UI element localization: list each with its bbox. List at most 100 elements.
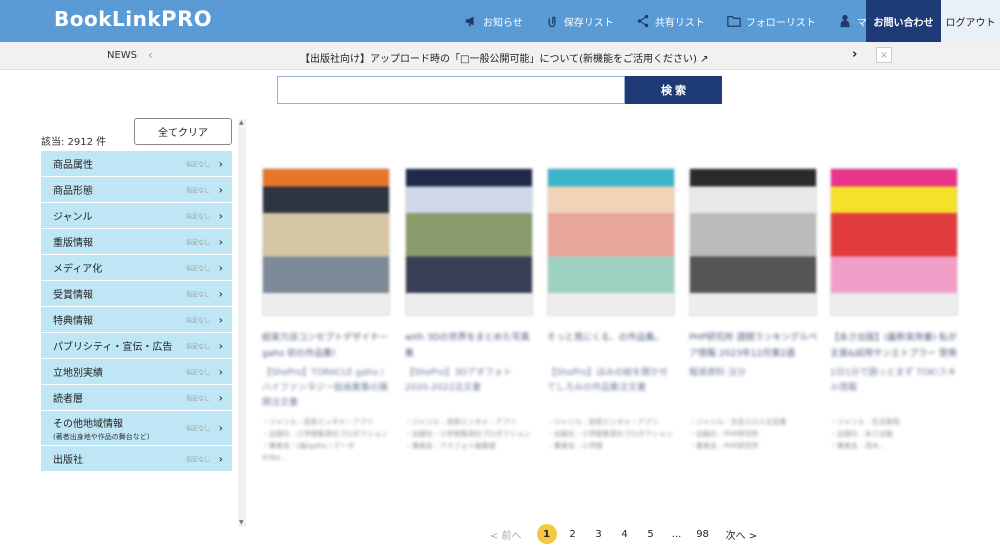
card-subtitle: 1日1分で困っとまず TOK!スキル情報 [830, 368, 957, 393]
filter-label: 受賞情報 [53, 290, 93, 301]
filter-unspecified: 指定なし [185, 291, 210, 298]
filter-label: 出版社 [53, 455, 83, 466]
card-subtitle: 【ShoPro】3Dアオフォト 2020-2022注文書 [405, 368, 512, 393]
card-meta-line: ・ジャンル : 芸術エンタメ・アプリ [405, 418, 517, 426]
chevron-right-icon: › [218, 261, 223, 274]
search-button[interactable]: 検 索 [625, 76, 722, 104]
filter-label: ジャンル [53, 212, 93, 223]
page-5[interactable]: 5 [638, 524, 664, 544]
filter-bonus[interactable]: 特典情報 指定なし › [41, 307, 232, 333]
filter-other-region[interactable]: その他地域情報 (著者出身地や作品の舞台など) 指定なし › [41, 411, 232, 446]
card-meta-line: ・ジャンル : 芸術エンタメ・アプリ [547, 418, 659, 426]
card-title[interactable]: 【あさ出版】(最新実用書) 私が主張&試用サンエトプラー 受発中 [830, 330, 960, 362]
card-meta-line: 9784... [262, 454, 287, 462]
news-headline-link[interactable]: 【出版社向け】アップロード時の「□一般公開可能」について(新機能をご活用ください… [300, 50, 709, 65]
card-meta-line: ・著者名 : アオフォト編集部 [405, 442, 496, 450]
filter-label: メディア化 [53, 264, 103, 275]
card-meta-line: ・ジャンル : 生活実用 [830, 418, 900, 426]
card-meta: ・ジャンル : 芸術エンタメ・アプリ ・出版社 : 小学館集英社プロダクション … [547, 416, 677, 452]
card-meta-line: ・著者名 : 茂木... [830, 442, 886, 450]
next-page-link[interactable]: 次へ > [726, 524, 758, 544]
result-card[interactable]: 【あさ出版】(最新実用書) 私が主張&試用サンエトプラー 受発中 1日1分で困っ… [830, 168, 960, 452]
page-3[interactable]: 3 [586, 524, 612, 544]
page-2[interactable]: 2 [560, 524, 586, 544]
filter-sublabel: (著者出身地や作品の舞台など) [53, 432, 150, 441]
filter-label: 立地別実績 [53, 368, 103, 379]
result-card[interactable]: PHP研究所 週間ランキングルペア情報 2023年12月第2週 報道資料 注分 … [689, 168, 819, 452]
filter-unspecified: 指定なし [185, 161, 210, 168]
page-4[interactable]: 4 [612, 524, 638, 544]
filter-publicity[interactable]: パブリシティ・宣伝・広告 指定なし › [41, 333, 232, 359]
filter-publisher[interactable]: 出版社 指定なし › [41, 446, 232, 472]
prev-page-link[interactable]: < 前へ [490, 524, 522, 544]
nav-shared-list-label: 共有リスト [654, 17, 705, 29]
chevron-right-icon: › [218, 183, 223, 196]
card-meta-line: ・出版社 : 小学館集英社プロダクション [547, 430, 673, 438]
header-bar: BookLinkPRO お知らせ 保存リスト 共有リスト フォローリスト マイペ… [0, 0, 1000, 42]
result-card[interactable]: with 3Dの世界をまとめた写真集 【ShoPro】3Dアオフォト 2020-… [405, 168, 535, 452]
logout-button[interactable]: ログアウト [941, 0, 1000, 42]
filter-awards[interactable]: 受賞情報 指定なし › [41, 281, 232, 307]
news-close-icon[interactable]: × [876, 47, 892, 63]
chevron-right-icon: › [218, 421, 223, 435]
card-meta: ・ジャンル : 生活実用 ・出版社 : あさ出版 ・著者名 : 茂木... [830, 416, 960, 452]
filter-unspecified: 指定なし [185, 213, 210, 220]
paperclip-icon [548, 16, 556, 28]
filter-unspecified: 指定なし [185, 425, 210, 433]
filter-media-adaptation[interactable]: メディア化 指定なし › [41, 255, 232, 281]
megaphone-icon [465, 16, 474, 27]
chevron-right-icon: › [218, 313, 223, 326]
filter-genre[interactable]: ジャンル 指定なし › [41, 203, 232, 229]
folder-icon [727, 16, 741, 27]
clear-all-button[interactable]: 全てクリア [134, 118, 232, 145]
filter-readership[interactable]: 読者層 指定なし › [41, 385, 232, 411]
sidebar-scrollbar[interactable] [238, 119, 246, 527]
card-subtitle: 【ShoPro】ほみの絵を開かせてしろみの作品集注文書 [547, 368, 669, 393]
filter-unspecified: 指定なし [185, 187, 210, 194]
card-meta-line: ・ジャンル : 芸術エンタメ・アプリ [262, 418, 374, 426]
filter-product-format[interactable]: 商品形態 指定なし › [41, 177, 232, 203]
filter-label: その他地域情報 [53, 418, 123, 430]
filter-label: 読者層 [53, 394, 83, 405]
result-card[interactable]: 総実力派コンセプトデザイナーgaho 初の作品集! 【ShoPro】TORACL… [262, 168, 392, 464]
card-title[interactable]: 総実力派コンセプトデザイナーgaho 初の作品集! [262, 330, 392, 362]
cover-thumbnail[interactable] [830, 168, 958, 316]
booklink-logo[interactable]: BookLinkPRO [54, 7, 212, 31]
card-title[interactable]: PHP研究所 週間ランキングルペア情報 2023年12月第2週 [689, 330, 819, 362]
result-count: 該当: 2912 件 [41, 137, 107, 148]
card-meta-line: ・出版社 : 小学館集英社プロダクション [262, 430, 388, 438]
filter-unspecified: 指定なし [185, 265, 210, 272]
cover-thumbnail[interactable] [262, 168, 390, 316]
cover-thumbnail[interactable] [405, 168, 533, 316]
news-next-chevron-icon[interactable]: › [852, 47, 857, 62]
cover-thumbnail[interactable] [547, 168, 675, 316]
page-1[interactable]: 1 [536, 524, 557, 544]
filter-reprint[interactable]: 重版情報 指定なし › [41, 229, 232, 255]
nav-news[interactable]: お知らせ [464, 14, 523, 29]
search-input[interactable] [277, 76, 625, 104]
scroll-down-icon[interactable]: ▼ [239, 519, 244, 526]
top-nav: お知らせ 保存リスト 共有リスト フォローリスト マイページ [464, 0, 907, 42]
person-icon [840, 14, 850, 28]
card-title[interactable]: そっと見にくる、の作品集。 [547, 330, 677, 362]
scroll-up-icon[interactable]: ▲ [239, 119, 244, 126]
card-subtitle: 【ShoPro】TORACLE gaho / ハイファンタジー総画集集の展開注文… [262, 368, 388, 408]
contact-button[interactable]: お問い合わせ [866, 0, 941, 42]
filter-label: 商品形態 [53, 186, 93, 197]
cover-thumbnail[interactable] [689, 168, 817, 316]
nav-shared-list[interactable]: 共有リスト [636, 14, 705, 29]
card-meta-line: ・ジャンル : 文芸エロ人文芸書 [689, 418, 787, 426]
nav-saved-list-label: 保存リスト [563, 17, 614, 29]
filter-location-results[interactable]: 立地別実績 指定なし › [41, 359, 232, 385]
nav-saved-list[interactable]: 保存リスト [545, 14, 614, 29]
card-meta-line: ・著者名 : PHP研究所 [689, 442, 759, 450]
card-title[interactable]: with 3Dの世界をまとめた写真集 [405, 330, 535, 362]
nav-follow-list[interactable]: フォローリスト [727, 14, 816, 29]
filter-product-attribute[interactable]: 商品属性 指定なし › [41, 151, 232, 177]
card-meta: ・ジャンル : 芸術エンタメ・アプリ ・出版社 : 小学館集英社プロダクション … [405, 416, 535, 452]
nav-follow-list-label: フォローリスト [745, 17, 816, 29]
page-98[interactable]: 98 [690, 524, 716, 544]
news-prev-chevron-icon[interactable]: ‹ [148, 48, 153, 62]
card-subtitle: 報道資料 注分 [689, 368, 746, 378]
result-card[interactable]: そっと見にくる、の作品集。 【ShoPro】ほみの絵を開かせてしろみの作品集注文… [547, 168, 677, 452]
